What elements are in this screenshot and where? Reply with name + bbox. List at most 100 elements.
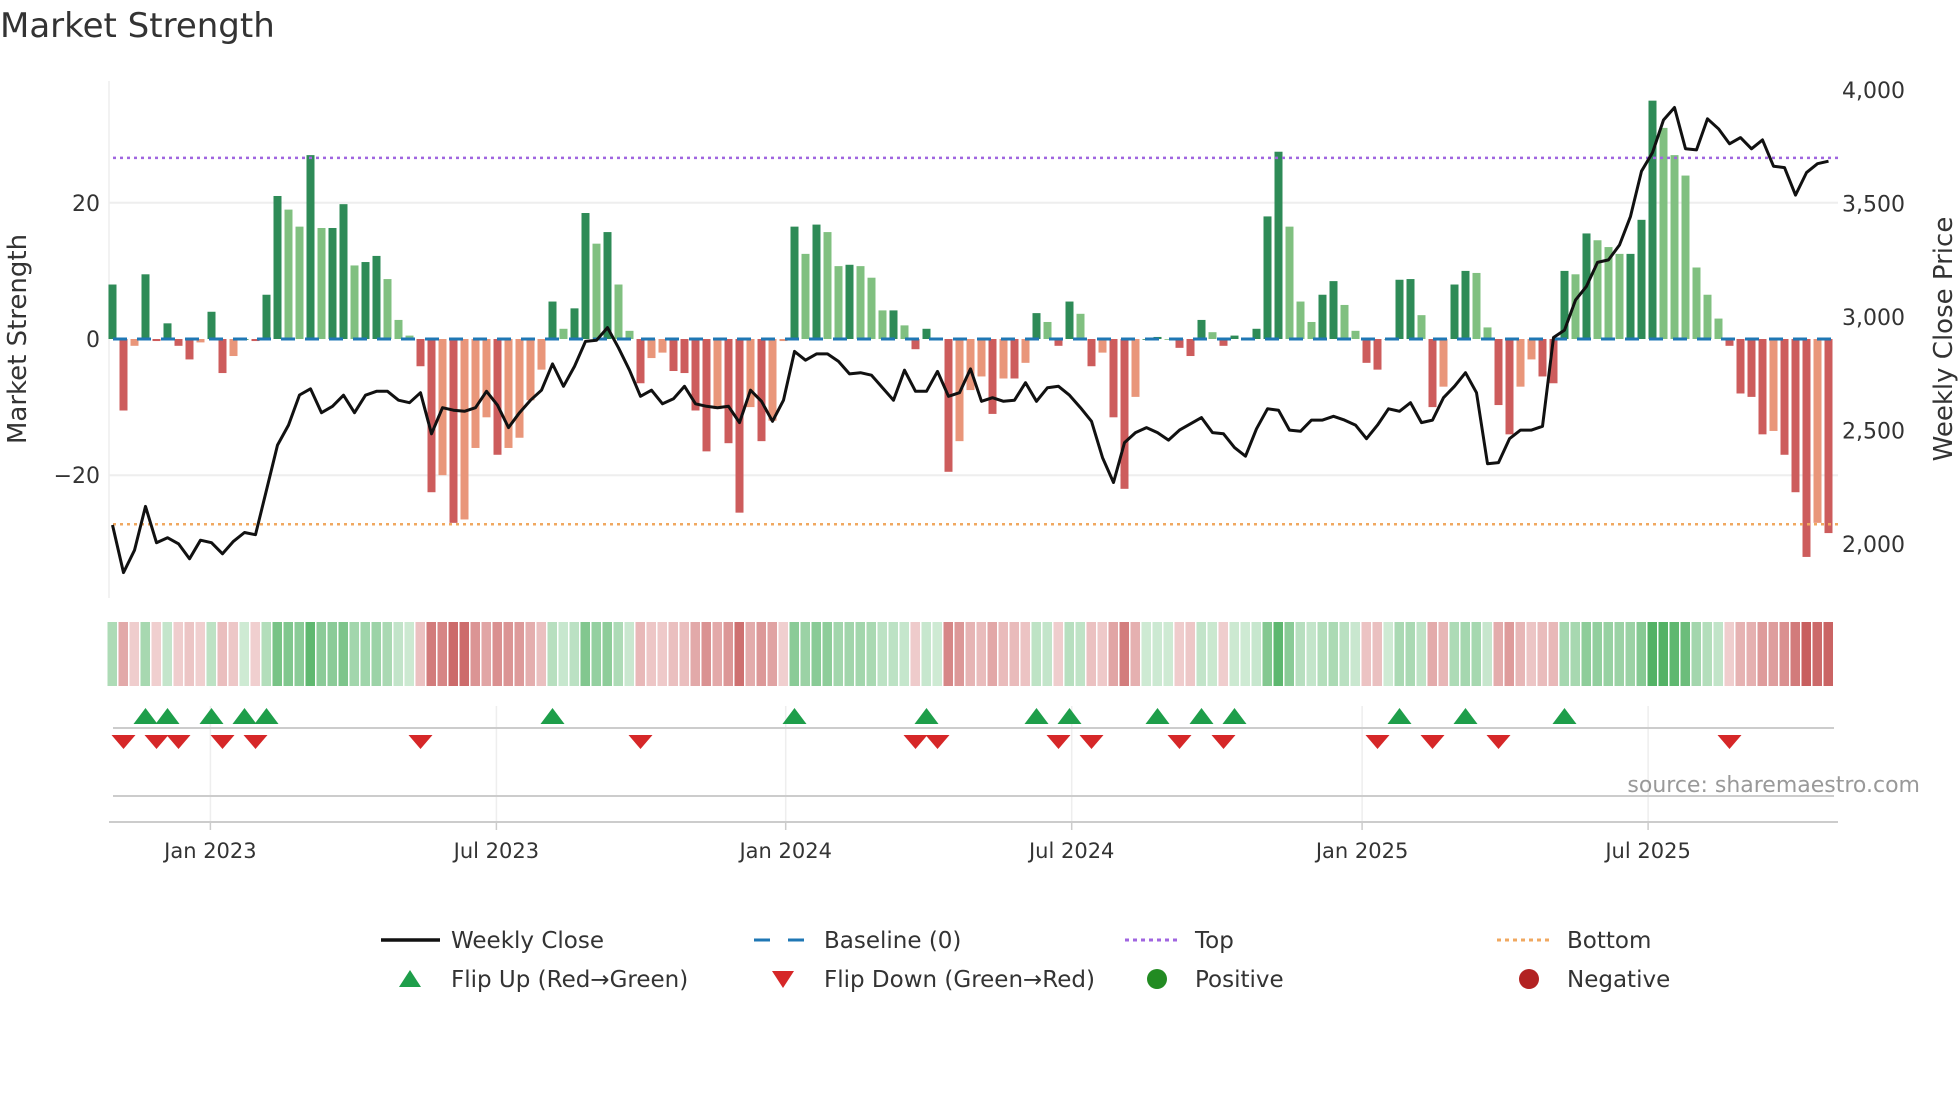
strength-bar (757, 339, 766, 442)
strength-bar (460, 339, 469, 520)
strength-strip-cell (1075, 622, 1085, 686)
legend-item: Flip Down (Green→Red) (772, 967, 1095, 993)
strength-bar (911, 339, 920, 350)
strength-bar (306, 155, 315, 339)
strength-bar (526, 339, 535, 401)
flip-down-marker (111, 735, 136, 749)
strength-strip-cell (1240, 622, 1250, 686)
strength-bar (1021, 339, 1030, 363)
strength-strip-cell (140, 622, 150, 686)
strength-bar (1692, 267, 1701, 339)
strength-strip-cell (107, 622, 117, 686)
strength-strip-cell (1669, 622, 1679, 686)
strength-bar (570, 308, 579, 339)
market-strength-chart: 20 0 −20 4,000 3,500 3,000 2,500 2,000 Market St… (3, 79, 1959, 993)
strength-bar (504, 339, 513, 448)
strength-bar (1670, 155, 1679, 339)
flip-down-marker (210, 735, 235, 749)
strength-bar (1593, 240, 1602, 339)
x-tick-label: Jul 2023 (452, 839, 539, 863)
legend-label: Negative (1567, 967, 1670, 993)
strength-strip-cell (998, 622, 1008, 686)
strength-strip-cell (1537, 622, 1547, 686)
strength-strip-cell (1581, 622, 1591, 686)
strength-strip-cell (1405, 622, 1415, 686)
strength-strip-cell (613, 622, 623, 686)
strength-strip-cell (899, 622, 909, 686)
strength-bar (185, 339, 194, 360)
strength-strip-cell (1119, 622, 1129, 686)
strength-bar (1637, 219, 1646, 339)
strength-bar (966, 339, 975, 391)
flip-down-marker (166, 735, 191, 749)
strength-strip-cell (327, 622, 337, 686)
strength-bar (1340, 304, 1349, 339)
strength-strip-cell (1592, 622, 1602, 686)
flip-up-marker (1024, 708, 1049, 724)
strength-bar (812, 224, 821, 339)
strength-strip-cell (965, 622, 975, 686)
strength-strip-cell (1658, 622, 1668, 686)
strength-strip-cell (371, 622, 381, 686)
strength-bar (1285, 226, 1294, 339)
legend-label: Top (1194, 928, 1234, 954)
strength-bar (1791, 339, 1800, 493)
flip-up-marker (1145, 708, 1170, 724)
strength-bar (471, 339, 480, 448)
legend-label: Flip Down (Green→Red) (824, 967, 1095, 993)
strength-strip-cell (1042, 622, 1052, 686)
legend-item: Weekly Close (381, 928, 604, 954)
strength-strip-cell (261, 622, 271, 686)
strength-bar (988, 339, 997, 414)
strength-bar (207, 311, 216, 339)
strength-strip-cell (646, 622, 656, 686)
strength-strip-cell (393, 622, 403, 686)
strength-strip-cell (492, 622, 502, 686)
strength-strip-cell (525, 622, 535, 686)
legend-item: Positive (1147, 967, 1284, 993)
strength-strip-cell (1086, 622, 1096, 686)
strength-bar (1131, 339, 1140, 397)
strength-bar (944, 339, 953, 472)
x-tick-label: Jan 2025 (1314, 839, 1409, 863)
strength-bar (119, 339, 128, 411)
strength-bar (1769, 339, 1778, 431)
legend-item: Negative (1519, 967, 1670, 993)
strength-bar (1538, 339, 1547, 377)
strength-strip-cell (470, 622, 480, 686)
strength-strip-cell (1064, 622, 1074, 686)
strength-strip-cell (723, 622, 733, 686)
strength-strip-cell (316, 622, 326, 686)
strength-bar (658, 339, 667, 353)
strength-strip-cell (591, 622, 601, 686)
strength-bar (1373, 339, 1382, 370)
flip-down-marker (1486, 735, 1511, 749)
strength-strip-cell (1383, 622, 1393, 686)
strength-bar (1329, 281, 1338, 339)
strength-strip-cell (976, 622, 986, 686)
strength-bar (1472, 272, 1481, 339)
strength-bar (1450, 284, 1459, 339)
x-tick-label: Jan 2024 (737, 839, 832, 863)
strength-strip-cell (910, 622, 920, 686)
strength-strip-cell (1570, 622, 1580, 686)
strength-strip-cell (1691, 622, 1701, 686)
strength-strip-cell (382, 622, 392, 686)
legend-label: Flip Up (Red→Green) (451, 967, 688, 993)
strength-strip-cell (349, 622, 359, 686)
strength-strip-cell (855, 622, 865, 686)
strength-bar (1483, 327, 1492, 339)
y2-axis-label: Weekly Close Price (1929, 217, 1959, 462)
flip-up-marker (1552, 708, 1577, 724)
y2-tick-label: 3,000 (1842, 306, 1905, 331)
flip-up-marker (540, 708, 565, 724)
strength-strip-cell (459, 622, 469, 686)
strength-bar (1032, 313, 1041, 339)
strength-bar (394, 319, 403, 339)
strength-strip-cell (173, 622, 183, 686)
strength-bar (1703, 294, 1712, 339)
strength-strip-cell (1031, 622, 1041, 686)
flip-down-marker (925, 735, 950, 749)
strength-strip-cell (129, 622, 139, 686)
strength-strip-cell (1350, 622, 1360, 686)
